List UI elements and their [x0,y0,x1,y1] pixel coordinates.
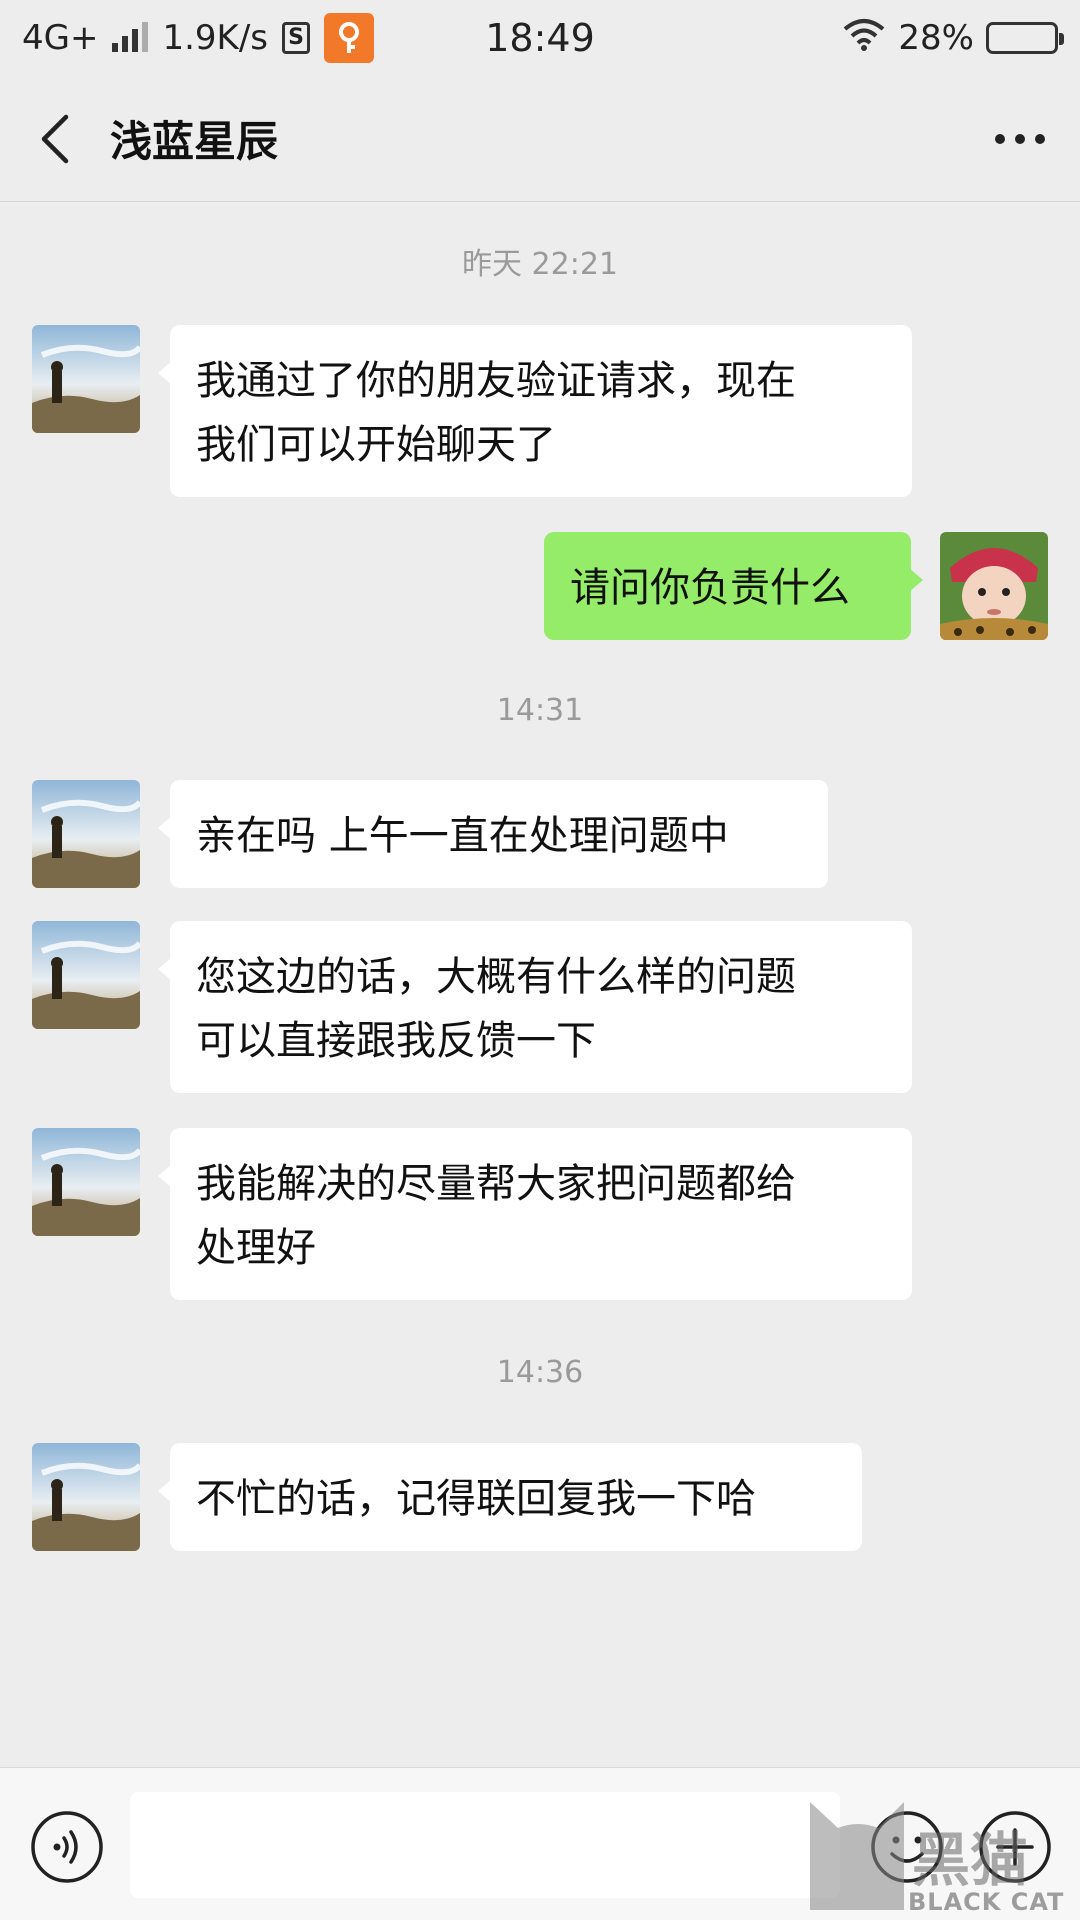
contact-avatar[interactable] [32,325,140,433]
contact-avatar[interactable] [32,921,140,1029]
battery-percent: 28% [898,18,974,58]
message-bubble[interactable]: 亲在吗 上午一直在处理问题中 [158,780,828,888]
more-options-button[interactable] [960,76,1080,202]
battery-icon [986,22,1064,54]
chat-title: 浅蓝星辰 [110,117,279,166]
status-right: 28% [842,17,1064,60]
time-separator: 昨天 22:21 [462,247,618,282]
network-speed: 1.9K/s [162,18,269,58]
my-avatar[interactable] [940,532,1048,640]
status-bar: 4G+ 1.9K/s S 18:49 28% [0,0,1080,76]
message-bubble[interactable]: 我通过了你的朋友验证请求，现在 我们可以开始聊天了 [158,325,912,497]
message-bubble[interactable]: 不忙的话，记得联回复我一下哈 [158,1443,862,1551]
voice-button[interactable] [30,1810,104,1884]
message-bubble[interactable]: 我能解决的尽量帮大家把问题都给 处理好 [158,1128,912,1300]
more-functions-button[interactable] [978,1810,1052,1884]
chat-header: 浅蓝星辰 [0,76,1080,202]
app-notification-icon [324,13,375,63]
input-bar [0,1767,1080,1920]
emoji-icon [871,1811,943,1883]
back-button[interactable] [0,76,110,202]
emoji-button[interactable] [870,1810,944,1884]
time-separator: 14:36 [496,1355,584,1390]
contact-avatar[interactable] [32,1443,140,1551]
message-input[interactable] [130,1792,840,1898]
contact-avatar[interactable] [32,1128,140,1236]
chevron-left-icon [41,114,69,163]
message-bubble[interactable]: 您这边的话，大概有什么样的问题 可以直接跟我反馈一下 [158,921,912,1093]
status-left: 4G+ 1.9K/s S [22,13,375,63]
contact-avatar[interactable] [32,780,140,888]
my-message-bubble[interactable]: 请问你负责什么 [544,532,923,640]
more-dots-icon [995,133,1045,144]
storage-icon: S [282,22,311,54]
voice-icon [31,1811,103,1883]
time-separator: 14:31 [496,693,584,728]
signal-icon [112,22,149,52]
message-list[interactable]: 昨天 22:21 我通过了你的朋友验证请求，现在 我们可以开始聊天了 请问你负责… [0,203,1080,1767]
plus-icon [979,1811,1051,1883]
network-type: 4G+ [22,18,99,58]
wifi-icon [842,17,886,60]
